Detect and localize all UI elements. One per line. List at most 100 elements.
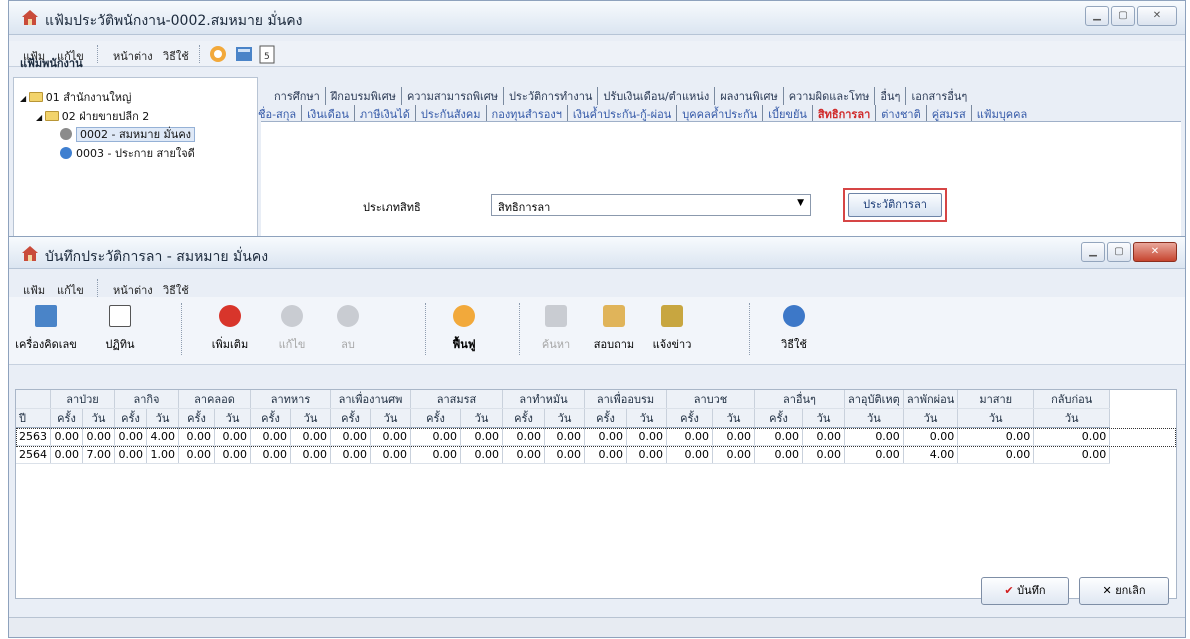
- table-cell[interactable]: 0.00: [712, 427, 755, 446]
- table-cell[interactable]: 0.00: [502, 427, 545, 446]
- table-cell[interactable]: 0.00: [544, 427, 585, 446]
- maximize-button[interactable]: ▢: [1111, 6, 1135, 26]
- table-cell[interactable]: 0.00: [754, 445, 803, 464]
- table-cell[interactable]: 7.00: [82, 445, 115, 464]
- grid-header-cell: ครั้ง: [666, 408, 713, 428]
- table-cell[interactable]: 0.00: [460, 427, 503, 446]
- table-cell[interactable]: 0.00: [802, 427, 845, 446]
- tab-others[interactable]: อื่นๆ: [875, 87, 907, 105]
- add-button[interactable]: เพิ่มเติม: [195, 305, 265, 353]
- table-cell[interactable]: 0.00: [584, 427, 627, 446]
- grid-header-cell: ครั้ง: [330, 408, 371, 428]
- table-cell[interactable]: 0.00: [1033, 445, 1111, 464]
- delete-button[interactable]: ลบ: [313, 305, 383, 353]
- grid-header-cell: วัน: [214, 408, 251, 428]
- calculator-button[interactable]: เครื่องคิดเลข: [11, 305, 81, 353]
- table-cell[interactable]: 0.00: [957, 427, 1035, 446]
- table-cell[interactable]: 0.00: [712, 445, 755, 464]
- table-cell[interactable]: 0.00: [370, 427, 411, 446]
- tree-node-emp-0002[interactable]: 0002 - สมหมาย มั่นคง: [60, 125, 196, 143]
- employee-icon: [60, 147, 72, 159]
- table-row[interactable]: 2564 0.00 7.00 0.00 1.00 0.00 0.00 0.00 0.00 0.00…: [16, 445, 1111, 464]
- table-cell[interactable]: 0.00: [666, 427, 713, 446]
- table-cell[interactable]: 0.00: [584, 445, 627, 464]
- leave-record-window: บันทึกประวัติการลา - สมหมาย มั่นคง ▁ ▢ ✕…: [8, 236, 1186, 638]
- table-cell[interactable]: 0.00: [370, 445, 411, 464]
- tab-achievements[interactable]: ผลงานพิเศษ: [715, 87, 784, 105]
- table-cell[interactable]: 0.00: [844, 445, 904, 464]
- table-cell[interactable]: 4.00: [903, 445, 959, 464]
- table-cell[interactable]: 0.00: [1033, 427, 1111, 446]
- table-cell[interactable]: 0.00: [410, 445, 461, 464]
- maximize-button[interactable]: ▢: [1107, 242, 1131, 262]
- table-cell[interactable]: 0.00: [844, 427, 904, 446]
- refresh-icon[interactable]: [209, 45, 227, 63]
- tree-node-emp-0003[interactable]: 0003 - ประกาย สายใจดี: [60, 144, 195, 162]
- table-cell[interactable]: 0.00: [214, 445, 251, 464]
- table-cell[interactable]: 0.00: [250, 445, 291, 464]
- table-cell[interactable]: 0.00: [290, 445, 331, 464]
- close-button[interactable]: ✕: [1137, 6, 1177, 26]
- table-row[interactable]: 2563 0.00 0.00 0.00 4.00 0.00 0.00 0.00 0.00 0.00…: [16, 427, 1111, 446]
- table-cell[interactable]: 2563: [16, 427, 51, 446]
- table-cell[interactable]: 0.00: [178, 427, 215, 446]
- grid-header-cell: วัน: [82, 408, 115, 428]
- notify-button[interactable]: แจ้งข่าว: [637, 305, 707, 353]
- minimize-button[interactable]: ▁: [1085, 6, 1109, 26]
- tab-skills[interactable]: ความสามารถพิเศษ: [402, 87, 505, 105]
- help-button[interactable]: วิธีใช้: [759, 305, 829, 353]
- table-cell[interactable]: 0.00: [114, 445, 147, 464]
- table-cell[interactable]: 0.00: [666, 445, 713, 464]
- chevron-down-icon: ▼: [797, 198, 804, 208]
- table-cell[interactable]: 4.00: [146, 427, 179, 446]
- menu-help[interactable]: วิธีใช้: [163, 47, 189, 65]
- speaker-icon: [661, 305, 683, 327]
- rights-type-select[interactable]: สิทธิการลา ▼: [491, 194, 811, 216]
- employee-icon: [60, 128, 72, 140]
- close-button[interactable]: ✕: [1133, 242, 1177, 262]
- table-cell[interactable]: 0.00: [460, 445, 503, 464]
- tree-node-head-office[interactable]: ◢ 01 สำนักงานใหญ่: [20, 88, 131, 106]
- table-cell[interactable]: 1.00: [146, 445, 179, 464]
- grid-header-cell: [16, 390, 51, 409]
- tab-salary-adjust[interactable]: ปรับเงินเดือน/ตำแหน่ง: [598, 87, 716, 105]
- tab-other-docs[interactable]: เอกสารอื่นๆ: [906, 87, 972, 105]
- table-cell[interactable]: 0.00: [290, 427, 331, 446]
- tab-penalties[interactable]: ความผิดและโทษ: [784, 87, 876, 105]
- table-cell[interactable]: 0.00: [114, 427, 147, 446]
- refresh-button[interactable]: ฟื้นฟู: [429, 305, 499, 353]
- tab-education[interactable]: การศึกษา: [269, 87, 326, 105]
- table-cell[interactable]: 0.00: [410, 427, 461, 446]
- cancel-button[interactable]: ✕ ยกเลิก: [1079, 577, 1169, 605]
- table-cell[interactable]: 2564: [16, 445, 51, 464]
- table-cell[interactable]: 0.00: [82, 427, 115, 446]
- menu-window[interactable]: หน้าต่าง: [113, 47, 153, 65]
- table-cell[interactable]: 0.00: [626, 427, 667, 446]
- minimize-button[interactable]: ▁: [1081, 242, 1105, 262]
- grid-header-cell: ครั้ง: [754, 408, 803, 428]
- table-cell[interactable]: 0.00: [50, 427, 83, 446]
- save-button[interactable]: ✔ บันทึก: [981, 577, 1069, 605]
- table-cell[interactable]: 0.00: [626, 445, 667, 464]
- table-cell[interactable]: 0.00: [544, 445, 585, 464]
- table-cell[interactable]: 0.00: [50, 445, 83, 464]
- tab-training[interactable]: ฝึกอบรมพิเศษ: [326, 87, 402, 105]
- table-cell[interactable]: 0.00: [502, 445, 545, 464]
- grid-header-cell: วัน: [1033, 408, 1111, 428]
- calendar-icon[interactable]: 5: [259, 44, 275, 64]
- table-cell[interactable]: 0.00: [214, 427, 251, 446]
- calendar-button[interactable]: ปฏิทิน: [85, 305, 155, 353]
- table-cell[interactable]: 0.00: [802, 445, 845, 464]
- table-cell[interactable]: 0.00: [250, 427, 291, 446]
- table-cell[interactable]: 0.00: [330, 427, 371, 446]
- tab-work-history[interactable]: ประวัติการทำงาน: [504, 87, 599, 105]
- calculator-icon[interactable]: [235, 45, 253, 63]
- table-cell[interactable]: 0.00: [903, 427, 959, 446]
- table-cell[interactable]: 0.00: [754, 427, 803, 446]
- grid-group-header-cell: ลาอื่นๆ: [754, 390, 845, 409]
- tree-node-retail-2[interactable]: ◢ 02 ฝ่ายขายปลีก 2: [36, 107, 149, 125]
- leave-history-button[interactable]: ประวัติการลา: [848, 193, 942, 217]
- table-cell[interactable]: 0.00: [957, 445, 1035, 464]
- table-cell[interactable]: 0.00: [178, 445, 215, 464]
- table-cell[interactable]: 0.00: [330, 445, 371, 464]
